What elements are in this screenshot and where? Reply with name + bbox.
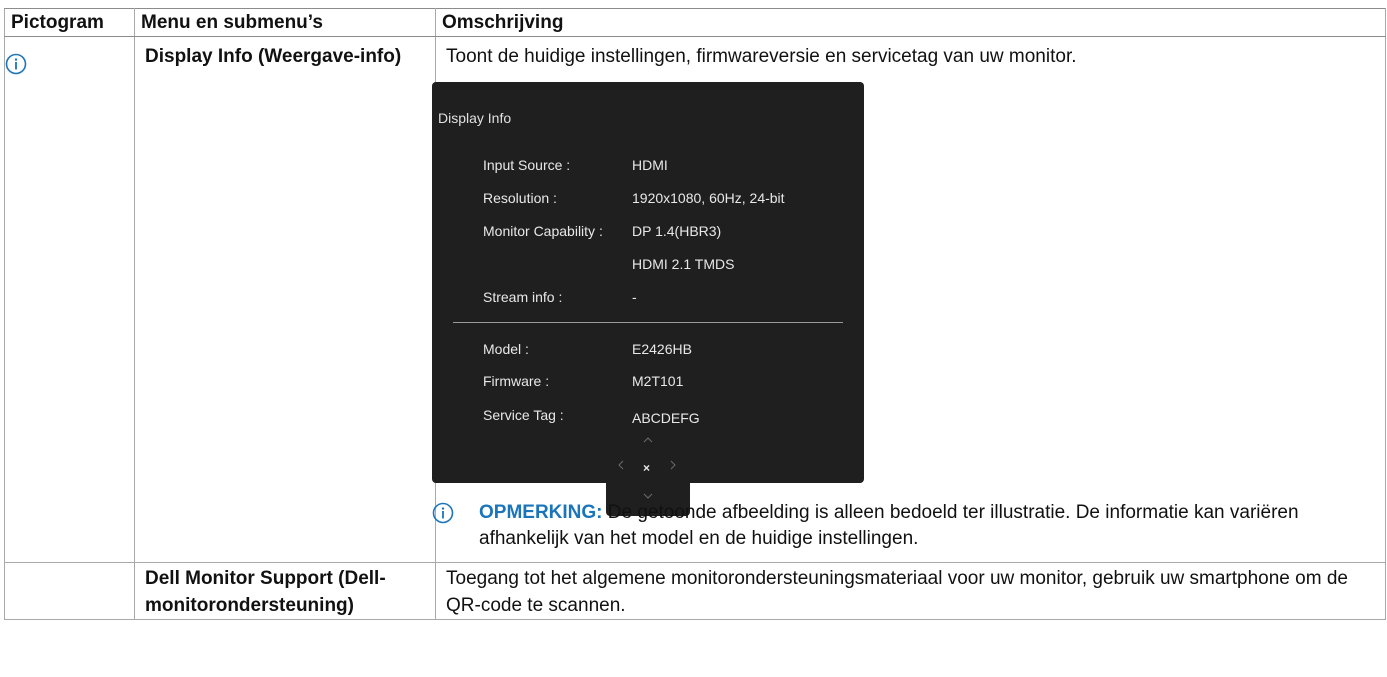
menu-table: Pictogram Menu en submenu’s Omschrijving… xyxy=(4,8,1386,620)
table-header-row: Pictogram Menu en submenu’s Omschrijving xyxy=(4,8,1386,37)
info-icon xyxy=(5,53,27,75)
joystick-left-icon xyxy=(618,459,624,473)
joystick-up-icon xyxy=(643,432,653,446)
osd-value: HDMI 2.1 TMDS xyxy=(632,256,735,272)
menu-cell: Dell Monitor Support (Dell-monitoronders… xyxy=(134,562,436,620)
osd-title: Display Info xyxy=(438,110,512,126)
osd-illustration: Display Info Input Source : HDMI Resolut… xyxy=(432,70,1385,516)
description-text: Toont de huidige instellingen, firmwarev… xyxy=(446,46,1077,67)
osd-value: E2426HB xyxy=(632,341,692,357)
osd-label: Stream info : xyxy=(483,289,563,305)
menu-display-info: Display Info (Weergave-info) xyxy=(145,46,402,67)
note-info-icon xyxy=(432,502,454,524)
osd-label: Input Source : xyxy=(483,157,571,173)
osd-panel: Display Info Input Source : HDMI Resolut… xyxy=(432,82,864,483)
osd-value: HDMI xyxy=(632,157,668,173)
joystick-right-icon xyxy=(670,459,676,473)
note-label: OPMERKING: xyxy=(479,502,603,523)
menu-dell-monitor-support: Dell Monitor Support (Dell-monitoronders… xyxy=(145,568,386,616)
menu-cell: Display Info (Weergave-info) xyxy=(134,36,436,563)
osd-label: Monitor Capability : xyxy=(483,223,603,239)
header-icon: Pictogram xyxy=(4,8,135,37)
osd-value: DP 1.4(HBR3) xyxy=(632,223,722,239)
osd-value: 1920x1080, 60Hz, 24-bit xyxy=(632,190,785,206)
osd-label: Model : xyxy=(483,341,529,357)
icon-cell xyxy=(4,562,135,620)
osd-divider xyxy=(453,322,843,323)
table-row: Display Info (Weergave-info) Toont de hu… xyxy=(4,36,1386,563)
osd-value: - xyxy=(632,289,637,305)
header-menu: Menu en submenu’s xyxy=(134,8,436,37)
osd-value: M2T101 xyxy=(632,373,684,389)
note-block: OPMERKING: De getoonde afbeelding is all… xyxy=(432,500,1385,562)
icon-cell xyxy=(4,36,135,563)
header-description: Omschrijving xyxy=(435,8,1386,37)
description-text: Toegang tot het algemene monitoronderste… xyxy=(446,568,1348,616)
description-cell: Toont de huidige instellingen, firmwarev… xyxy=(432,36,1386,563)
manual-page: Pictogram Menu en submenu’s Omschrijving… xyxy=(0,0,1387,677)
note-text: OPMERKING: De getoonde afbeelding is all… xyxy=(479,500,1379,552)
description-cell: Toegang tot het algemene monitoronderste… xyxy=(435,562,1386,620)
table-row: Dell Monitor Support (Dell-monitoronders… xyxy=(4,562,1386,620)
joystick-center-icon: × xyxy=(643,461,651,475)
note-body: De getoonde afbeelding is alleen bedoeld… xyxy=(479,502,1299,549)
osd-label: Service Tag : xyxy=(483,407,564,423)
osd-label: Firmware : xyxy=(483,373,550,389)
osd-label: Resolution : xyxy=(483,190,557,206)
